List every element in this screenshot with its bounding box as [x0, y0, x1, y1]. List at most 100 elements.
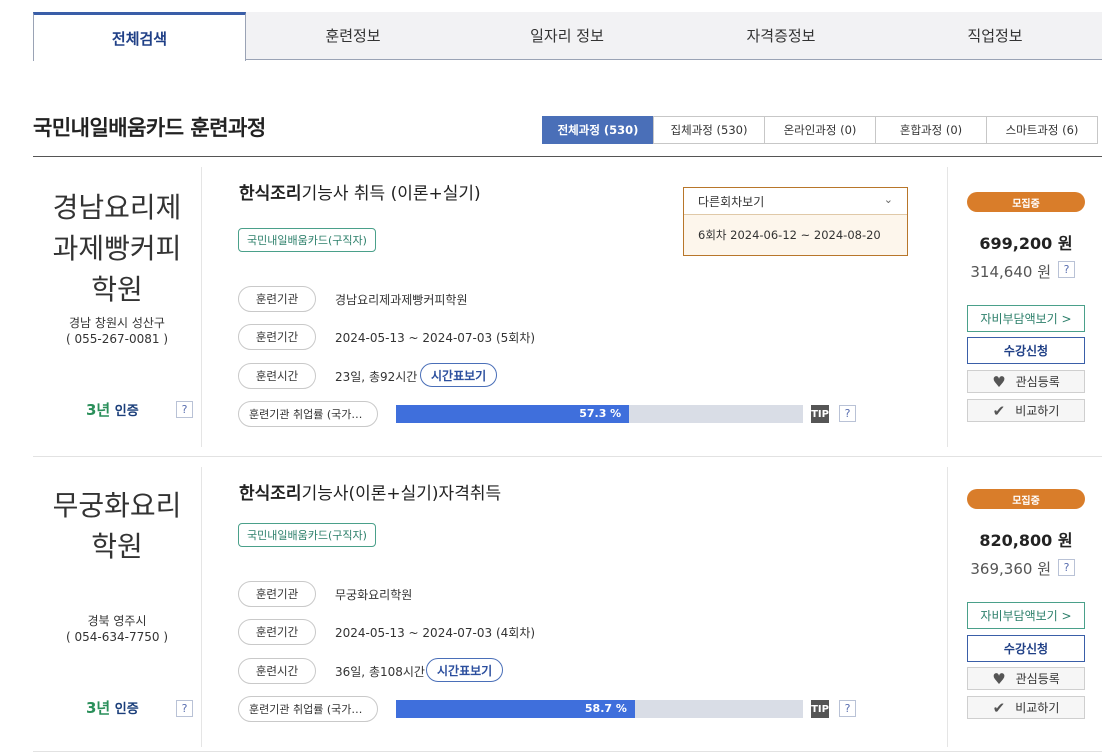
employment-rate: 57.3 % — [579, 407, 622, 420]
filter-classroom[interactable]: 집체과정 (530) — [653, 116, 765, 144]
course-card: 경남요리제 과제빵커피 학원 경남 창원시 성산구 ( 055-267-0081… — [33, 157, 1102, 457]
filter-blended[interactable]: 혼합과정 (0) — [875, 116, 987, 144]
course-card: 무궁화요리 학원 경북 영주시 ( 054-634-7750 ) 3년 인증 ?… — [33, 457, 1102, 756]
column-divider — [201, 467, 202, 747]
card-divider — [33, 751, 1102, 752]
help-icon[interactable]: ? — [176, 401, 193, 418]
org-label: 훈련기관 — [238, 286, 316, 312]
course-price: 699,200 원 — [979, 234, 1073, 253]
apply-button[interactable]: 수강신청 — [967, 337, 1085, 364]
section-title: 국민내일배움카드 훈련과정 — [33, 116, 266, 140]
tab-occupation-info[interactable]: 직업정보 — [888, 12, 1102, 59]
timetable-button[interactable]: 시간표보기 — [420, 363, 498, 387]
period-label: 훈련기간 — [238, 324, 316, 350]
compare-button[interactable]: ✔ 비교하기 — [967, 399, 1085, 422]
course-title-rest: 기능사(이론+실기)자격취득 — [301, 484, 502, 504]
course-price: 820,800 원 — [979, 531, 1073, 550]
self-pay-button[interactable]: 자비부담액보기 > — [967, 305, 1085, 332]
cert-years: 3년 — [86, 401, 111, 419]
tab-training-info[interactable]: 훈련정보 — [246, 12, 460, 59]
other-rounds-label: 다른회차보기 — [698, 194, 765, 209]
status-badge: 모집중 — [967, 192, 1085, 212]
period-label: 훈련기간 — [238, 619, 316, 645]
tab-certificate-info[interactable]: 자격증정보 — [674, 12, 888, 59]
check-icon: ✔ — [992, 698, 1006, 717]
tip-icon[interactable]: TIP — [811, 405, 829, 423]
org-label: 훈련기관 — [238, 581, 316, 607]
course-title[interactable]: 한식조리기능사 취득 (이론+실기) — [239, 179, 481, 204]
card-type-badge: 국민내일배움카드(구직자) — [238, 228, 376, 252]
filter-all[interactable]: 전체과정 (530) — [542, 116, 654, 144]
address-text: 경남 창원시 성산구 — [69, 316, 165, 330]
filter-online[interactable]: 온라인과정 (0) — [764, 116, 876, 144]
help-icon[interactable]: ? — [1058, 261, 1075, 278]
check-icon: ✔ — [992, 401, 1006, 420]
time-label: 훈련시간 — [238, 658, 316, 684]
column-divider — [947, 467, 948, 747]
help-icon[interactable]: ? — [839, 405, 856, 422]
institution-name-line: 학원 — [91, 530, 143, 563]
tab-job-info[interactable]: 일자리 정보 — [460, 12, 674, 59]
org-value: 경남요리제과제빵커피학원 — [335, 293, 468, 307]
period-value: 2024-05-13 ~ 2024-07-03 (4회차) — [335, 626, 536, 640]
course-title-bold: 한식조리 — [239, 484, 302, 504]
help-icon[interactable]: ? — [176, 700, 193, 717]
certification-badge: 3년 인증 — [86, 697, 139, 718]
tip-icon[interactable]: TIP — [811, 700, 829, 718]
institution-address: 경북 영주시 ( 054-634-7750 ) — [33, 613, 201, 645]
org-value: 무궁화요리학원 — [335, 588, 413, 602]
interest-button[interactable]: ♥ 관심등록 — [967, 370, 1085, 393]
employment-label: 훈련기관 취업률 (국가… — [238, 696, 378, 722]
employment-label: 훈련기관 취업률 (국가… — [238, 401, 378, 427]
institution-name-line: 학원 — [91, 273, 143, 306]
column-divider — [947, 167, 948, 447]
help-icon[interactable]: ? — [839, 700, 856, 717]
interest-label: 관심등록 — [1015, 672, 1060, 686]
card-type-badge: 국민내일배움카드(구직자) — [238, 523, 376, 547]
institution-name: 무궁화요리 학원 — [33, 485, 201, 567]
compare-label: 비교하기 — [1015, 701, 1060, 715]
self-pay-price: 314,640 원 — [970, 263, 1051, 281]
time-value: 23일, 총92시간 — [335, 370, 418, 384]
cert-text: 인증 — [114, 404, 139, 419]
other-rounds-header[interactable]: 다른회차보기 ⌄ — [684, 188, 907, 215]
time-value: 36일, 총108시간 — [335, 665, 425, 679]
institution-name-line: 무궁화요리 — [52, 489, 182, 522]
course-title[interactable]: 한식조리기능사(이론+실기)자격취득 — [239, 479, 501, 504]
phone-text: ( 054-634-7750 ) — [66, 630, 168, 644]
compare-label: 비교하기 — [1015, 404, 1060, 418]
course-type-filters: 전체과정 (530) 집체과정 (530) 온라인과정 (0) 혼합과정 (0)… — [542, 116, 1098, 144]
institution-address: 경남 창원시 성산구 ( 055-267-0081 ) — [33, 315, 201, 347]
course-title-rest: 기능사 취득 (이론+실기) — [301, 184, 481, 204]
period-value: 2024-05-13 ~ 2024-07-03 (5회차) — [335, 331, 536, 345]
main-tabs: 전체검색 훈련정보 일자리 정보 자격증정보 직업정보 — [33, 12, 1102, 61]
interest-button[interactable]: ♥ 관심등록 — [967, 667, 1085, 690]
employment-bar: 58.7 % — [396, 700, 803, 718]
apply-button[interactable]: 수강신청 — [967, 635, 1085, 662]
self-pay-price: 369,360 원 — [970, 560, 1051, 578]
filter-smart[interactable]: 스마트과정 (6) — [986, 116, 1098, 144]
tab-all-search[interactable]: 전체검색 — [33, 12, 246, 61]
employment-rate: 58.7 % — [584, 702, 627, 715]
column-divider — [201, 167, 202, 447]
other-round-item[interactable]: 6회차 2024-06-12 ~ 2024-08-20 — [684, 215, 907, 255]
timetable-button[interactable]: 시간표보기 — [426, 658, 504, 682]
self-pay-button[interactable]: 자비부담액보기 > — [967, 602, 1085, 629]
heart-icon: ♥ — [992, 372, 1006, 391]
cert-text: 인증 — [114, 702, 139, 717]
other-rounds-dropdown[interactable]: 다른회차보기 ⌄ 6회차 2024-06-12 ~ 2024-08-20 — [683, 187, 908, 256]
certification-badge: 3년 인증 — [86, 399, 139, 420]
course-title-bold: 한식조리 — [239, 184, 302, 204]
help-icon[interactable]: ? — [1058, 559, 1075, 576]
chevron-down-icon: ⌄ — [883, 193, 893, 206]
institution-name-line: 과제빵커피 — [52, 232, 182, 265]
compare-button[interactable]: ✔ 비교하기 — [967, 696, 1085, 719]
heart-icon: ♥ — [992, 669, 1006, 688]
status-badge: 모집중 — [967, 489, 1085, 509]
phone-text: ( 055-267-0081 ) — [66, 332, 168, 346]
interest-label: 관심등록 — [1015, 375, 1060, 389]
institution-name-line: 경남요리제 — [52, 191, 182, 224]
cert-years: 3년 — [86, 699, 111, 717]
institution-name: 경남요리제 과제빵커피 학원 — [33, 187, 201, 310]
time-label: 훈련시간 — [238, 363, 316, 389]
